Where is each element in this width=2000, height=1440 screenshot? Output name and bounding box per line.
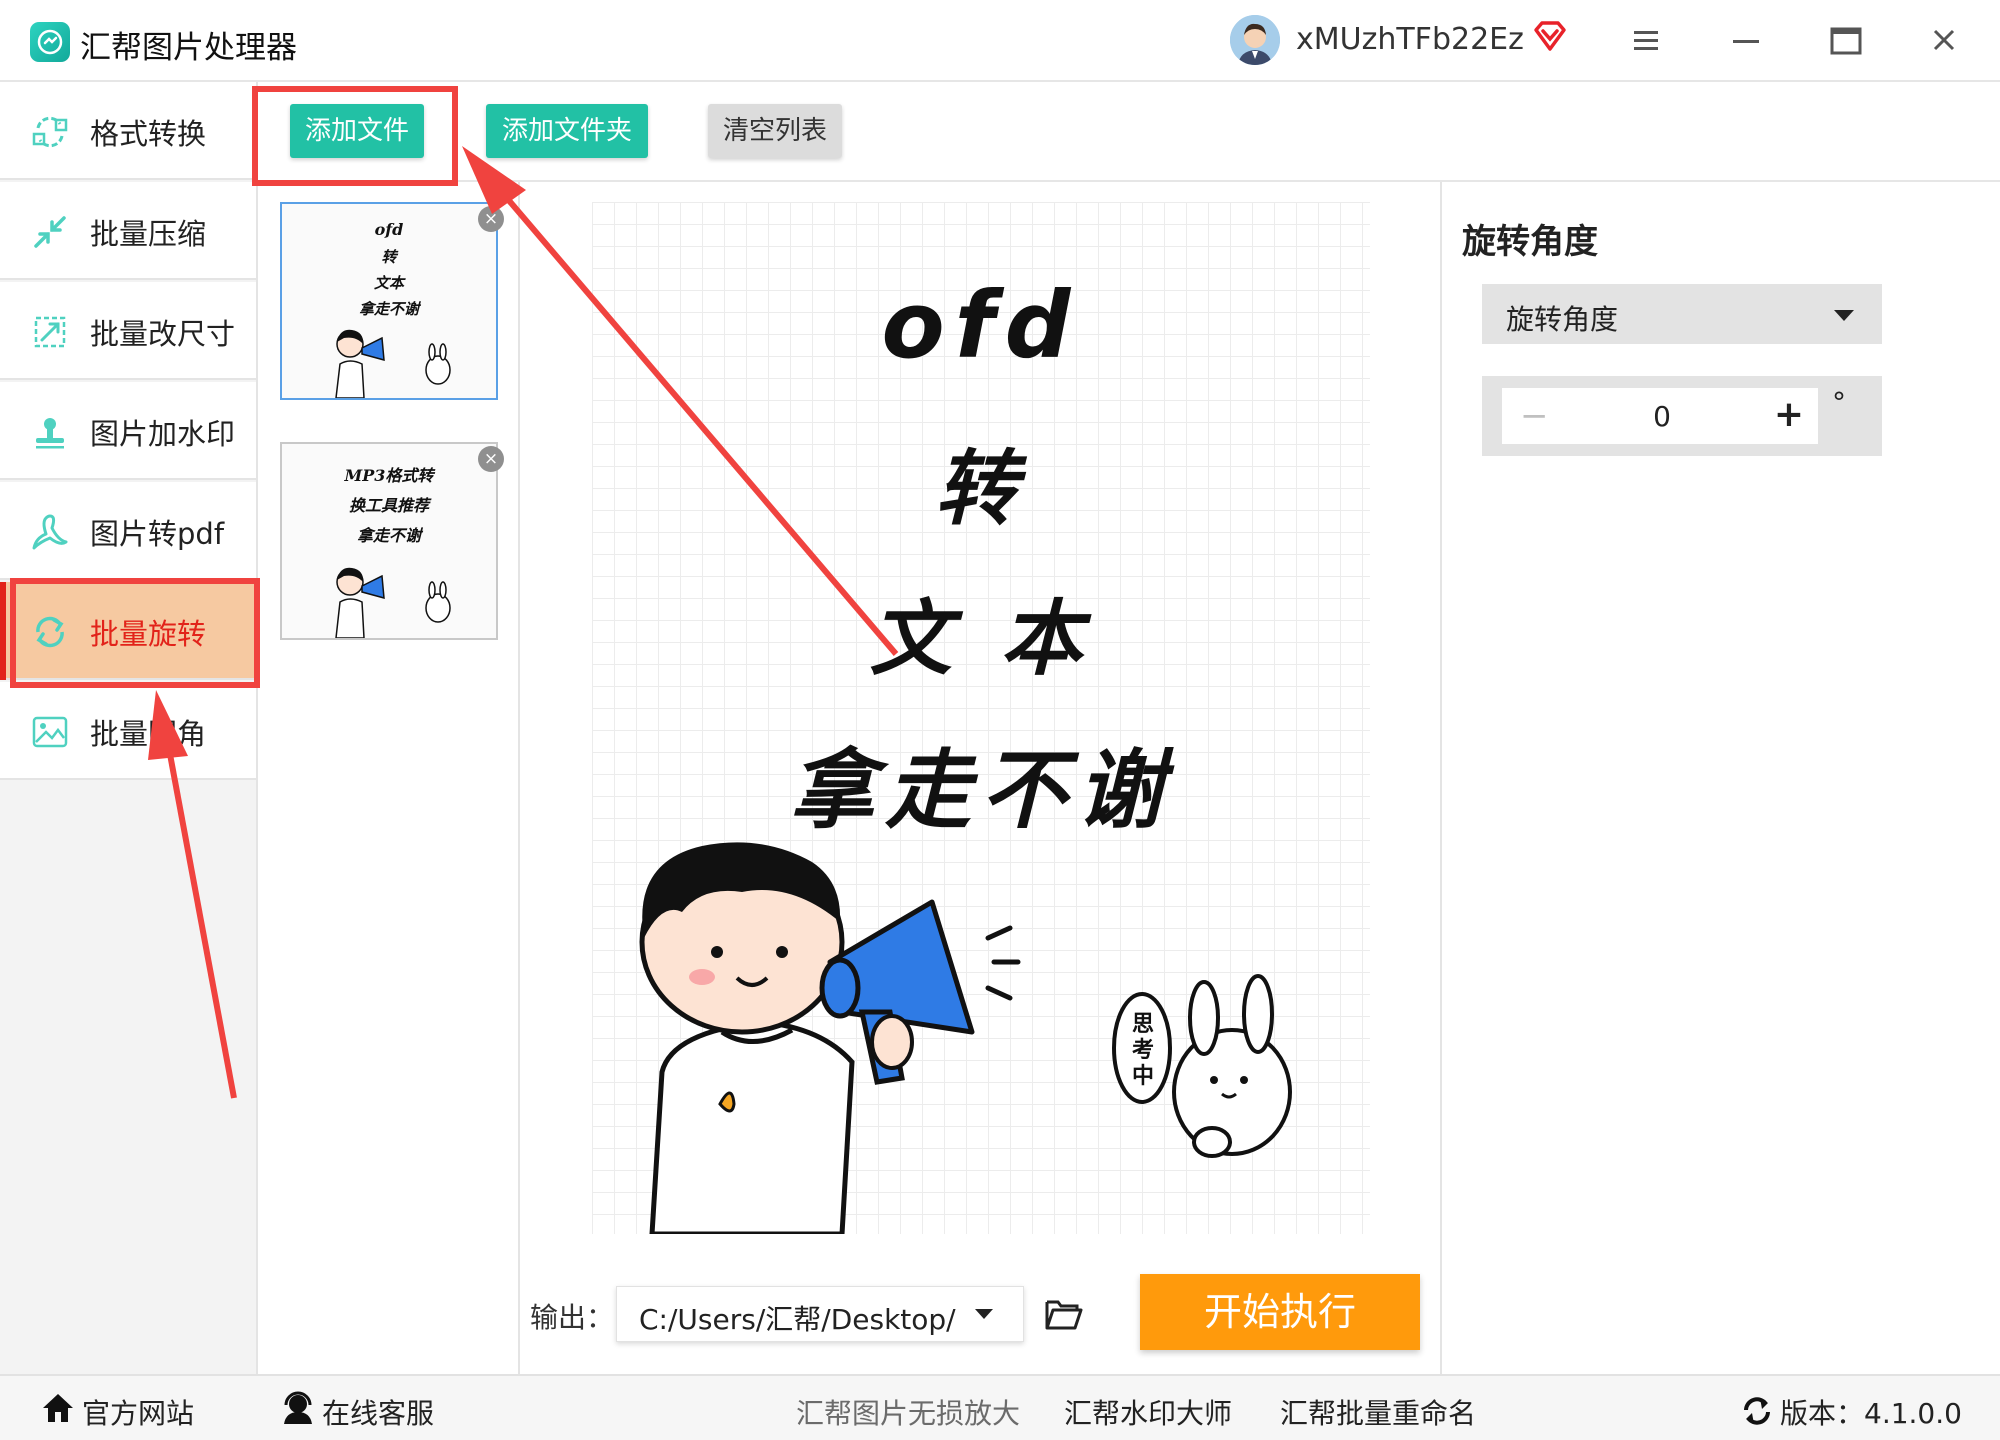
select-value: 旋转角度 bbox=[1506, 303, 1619, 336]
preview-text: 文 本 bbox=[869, 592, 1093, 687]
rotation-settings-panel: 旋转角度 旋转角度 − + ° bbox=[1440, 182, 2000, 1374]
remove-thumbnail-icon[interactable]: × bbox=[478, 446, 504, 472]
thumbnail-text: 拿走不谢 bbox=[358, 300, 419, 318]
thumbnail-text: 拿走不谢 bbox=[356, 526, 421, 545]
output-label: 输出： bbox=[530, 1301, 615, 1334]
thumbnail-item[interactable]: MP3格式转 换工具推荐 拿走不谢 bbox=[280, 442, 498, 640]
sidebar-item-format-convert[interactable]: 格式转换 bbox=[0, 82, 256, 180]
thumbnail-text: 文本 bbox=[373, 274, 404, 292]
footer-link-upscale[interactable]: 汇帮图片无损放大 bbox=[796, 1392, 1020, 1432]
watermark-icon bbox=[30, 412, 70, 452]
sidebar-item-label: 批量压缩 bbox=[90, 217, 207, 251]
output-path-value: C:/Users/汇帮/Desktop/ bbox=[639, 1303, 956, 1336]
customer-service-icon bbox=[284, 1391, 312, 1424]
sidebar-item-label: 批量圆角 bbox=[90, 717, 207, 751]
chevron-down-icon bbox=[975, 1309, 993, 1319]
angle-input[interactable] bbox=[1622, 400, 1702, 433]
cartoon-illustration-icon bbox=[335, 329, 451, 398]
start-button[interactable]: 开始执行 bbox=[1140, 1274, 1420, 1350]
minimize-icon[interactable] bbox=[1726, 20, 1766, 60]
compress-icon bbox=[30, 212, 70, 252]
close-icon[interactable] bbox=[1924, 20, 1964, 60]
app-window: 汇帮图片处理器 xMUzhTFb22Ez 格式转换 批量压缩 批量改尺寸 图片加… bbox=[0, 0, 2000, 1440]
rotate-icon bbox=[30, 612, 70, 652]
thinking-bubble-text: 思考中 bbox=[1131, 1012, 1154, 1089]
decrement-button[interactable]: − bbox=[1520, 396, 1549, 436]
angle-stepper-container: − + ° bbox=[1482, 376, 1882, 456]
footer-link-rename[interactable]: 汇帮批量重命名 bbox=[1280, 1392, 1476, 1432]
output-path-select[interactable]: C:/Users/汇帮/Desktop/ bbox=[616, 1286, 1024, 1342]
open-folder-icon[interactable] bbox=[1044, 1296, 1084, 1336]
footer-link-watermark[interactable]: 汇帮水印大师 bbox=[1064, 1392, 1232, 1432]
degree-unit: ° bbox=[1832, 386, 1846, 419]
chevron-down-icon bbox=[1834, 310, 1854, 321]
add-file-button[interactable]: 添加文件 bbox=[290, 104, 424, 158]
user-avatar[interactable] bbox=[1230, 15, 1280, 65]
resize-icon bbox=[30, 312, 70, 352]
thumbnail-text: 换工具推荐 bbox=[348, 496, 429, 515]
official-website-link[interactable]: 官方网站 bbox=[82, 1392, 194, 1432]
increment-button[interactable]: + bbox=[1774, 394, 1804, 435]
remove-thumbnail-icon[interactable]: × bbox=[478, 206, 504, 232]
thumbnail-text: MP3格式转 bbox=[344, 466, 434, 485]
preview-text: 转 bbox=[935, 442, 1027, 537]
version-label: 版本：4.1.0.0 bbox=[1780, 1397, 1962, 1430]
image-preview: ofd 转 文 本 拿走不谢 思考中 bbox=[592, 202, 1370, 1234]
thumbnail-item[interactable]: ofd 转 文本 拿走不谢 bbox=[280, 202, 498, 400]
format-convert-icon bbox=[30, 112, 70, 152]
menu-icon[interactable] bbox=[1626, 20, 1666, 60]
image-icon bbox=[30, 712, 70, 752]
rotation-angle-title: 旋转角度 bbox=[1462, 222, 1598, 262]
sidebar-item-rotate[interactable]: 批量旋转 bbox=[0, 582, 256, 680]
preview-text: 拿走不谢 bbox=[789, 741, 1173, 841]
sidebar-item-compress[interactable]: 批量压缩 bbox=[0, 182, 256, 280]
online-support-link[interactable]: 在线客服 bbox=[322, 1392, 434, 1432]
home-icon bbox=[43, 1394, 73, 1422]
sidebar-item-label: 格式转换 bbox=[90, 117, 207, 151]
sidebar-item-round-corner[interactable]: 批量圆角 bbox=[0, 682, 256, 780]
footer-bar: 官方网站 在线客服 汇帮图片无损放大 汇帮水印大师 汇帮批量重命名 版本：4.1… bbox=[0, 1374, 2000, 1440]
active-indicator bbox=[0, 582, 6, 680]
vip-diamond-icon[interactable] bbox=[1532, 18, 1568, 58]
app-title: 汇帮图片处理器 bbox=[80, 30, 297, 66]
maximize-icon[interactable] bbox=[1826, 20, 1866, 60]
sidebar-item-watermark[interactable]: 图片加水印 bbox=[0, 382, 256, 480]
add-folder-button[interactable]: 添加文件夹 bbox=[486, 104, 648, 158]
sidebar-item-label: 图片转pdf bbox=[90, 517, 225, 551]
username[interactable]: xMUzhTFb22Ez bbox=[1296, 22, 1524, 57]
preview-text: ofd bbox=[881, 272, 1081, 379]
sidebar: 格式转换 批量压缩 批量改尺寸 图片加水印 图片转pdf 批量旋转 批量圆角 bbox=[0, 82, 258, 1374]
sidebar-item-label: 图片加水印 bbox=[90, 417, 236, 451]
sidebar-item-pdf[interactable]: 图片转pdf bbox=[0, 482, 256, 580]
refresh-icon[interactable] bbox=[1740, 1394, 1774, 1428]
title-bar: 汇帮图片处理器 xMUzhTFb22Ez bbox=[0, 0, 2000, 82]
cartoon-illustration-icon bbox=[335, 567, 451, 638]
sidebar-item-resize[interactable]: 批量改尺寸 bbox=[0, 282, 256, 380]
thumbnail-text: 转 bbox=[381, 248, 397, 266]
thumbnail-text: ofd bbox=[374, 220, 404, 239]
angle-stepper: − + bbox=[1502, 388, 1818, 444]
file-thumbnail-list: ofd 转 文本 拿走不谢 × MP3格式转 换工具推荐 拿走不谢 × bbox=[258, 182, 520, 1374]
sidebar-item-label: 批量旋转 bbox=[90, 617, 207, 651]
sidebar-item-label: 批量改尺寸 bbox=[90, 317, 236, 351]
app-logo-icon bbox=[30, 22, 70, 62]
clear-list-button[interactable]: 清空列表 bbox=[708, 104, 842, 158]
rotation-angle-select[interactable]: 旋转角度 bbox=[1482, 284, 1882, 344]
boy-with-megaphone-illustration bbox=[639, 842, 1292, 1234]
pdf-icon bbox=[30, 512, 70, 552]
